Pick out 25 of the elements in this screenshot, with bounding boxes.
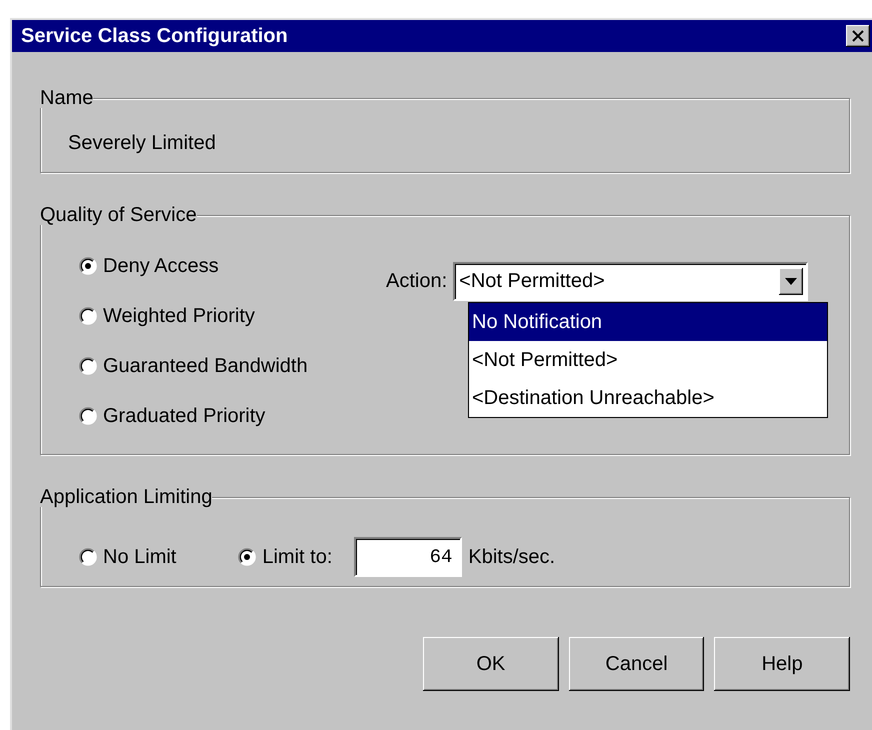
radio-button[interactable]: No Limit <box>79 546 176 568</box>
radio-button[interactable]: Graduated Priority <box>79 404 266 428</box>
dialog-button[interactable]: Cancel <box>568 637 704 691</box>
radio-button[interactable]: Guaranteed Bandwidth <box>79 354 308 378</box>
dropdown-option[interactable]: <Destination Unreachable> <box>469 379 827 417</box>
radio-button[interactable]: Deny Access <box>79 254 219 278</box>
dropdown-option[interactable]: No Notification <box>469 303 827 341</box>
close-icon <box>851 30 865 42</box>
dialog-button[interactable]: Help <box>714 637 850 691</box>
group-label: Application Limiting <box>40 486 212 508</box>
unit-label: Kbits/sec. <box>468 546 556 568</box>
down-arrow-icon <box>785 278 798 285</box>
dialog-button[interactable]: OK <box>423 637 559 691</box>
action-label: Action: <box>386 270 448 293</box>
action-dropdown[interactable]: <Not Permitted> <box>453 262 808 301</box>
window-title: Service Class Configuration <box>21 24 288 48</box>
radio-button[interactable]: Weighted Priority <box>79 304 255 328</box>
close-button[interactable] <box>846 25 870 47</box>
limit-input[interactable]: 64 <box>354 537 462 577</box>
group-label: Name <box>40 87 94 109</box>
dropdown-arrow-button[interactable] <box>779 268 804 295</box>
group-label: Quality of Service <box>40 204 197 226</box>
radio-button[interactable]: Limit to: <box>238 546 332 568</box>
name-value: Severely Limited <box>68 132 216 155</box>
dropdown-option[interactable]: <Not Permitted> <box>469 341 827 379</box>
